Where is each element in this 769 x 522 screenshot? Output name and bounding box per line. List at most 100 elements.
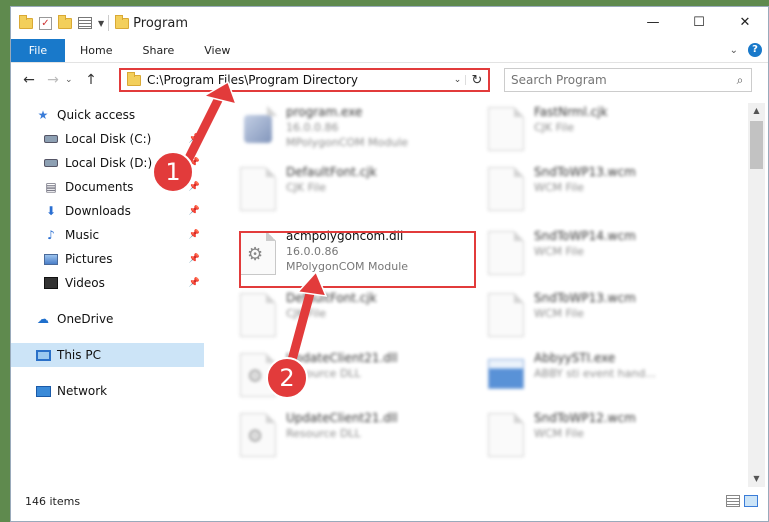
file-item[interactable]: UpdateClient21.dllResource DLL bbox=[228, 349, 468, 407]
new-folder-icon[interactable] bbox=[58, 14, 72, 29]
sidebar-item-label: Network bbox=[57, 384, 108, 398]
status-bar: 146 items bbox=[11, 487, 768, 515]
back-arrow-icon[interactable]: ← bbox=[17, 72, 41, 88]
sidebar-item-downloads[interactable]: ⬇ Downloads 📌 bbox=[11, 199, 204, 223]
pin-icon[interactable]: 📌 bbox=[189, 230, 200, 240]
maximize-button[interactable]: ☐ bbox=[676, 7, 722, 37]
scroll-up-arrow-icon[interactable]: ▲ bbox=[748, 103, 765, 119]
address-dropdown-chevron-icon[interactable]: ⌄ bbox=[450, 75, 466, 85]
file-type: WCM File bbox=[534, 245, 584, 258]
search-input[interactable] bbox=[505, 73, 729, 87]
picture-icon bbox=[43, 252, 59, 266]
forward-arrow-icon[interactable]: → bbox=[41, 72, 65, 88]
folder-icon[interactable] bbox=[19, 14, 33, 29]
address-bar[interactable]: C:\Program Files\Program Directory ⌄ ↻ bbox=[119, 68, 490, 92]
file-item[interactable]: program.exe 16.0.0.86 MPolygonCOM Module bbox=[228, 103, 468, 161]
file-name: UpdateClient21.dll bbox=[286, 351, 398, 365]
hard-drive-icon bbox=[43, 132, 59, 146]
up-arrow-icon[interactable]: ↑ bbox=[79, 72, 103, 88]
file-item[interactable]: UpdateClient21.dll Resource DLL bbox=[228, 409, 468, 467]
cloud-icon: ☁ bbox=[37, 312, 49, 326]
pin-icon[interactable]: 📌 bbox=[189, 206, 200, 216]
blank-file-icon bbox=[488, 107, 524, 151]
file-type: WCM File bbox=[534, 181, 584, 194]
scroll-down-arrow-icon[interactable]: ▼ bbox=[748, 471, 765, 487]
computer-icon bbox=[35, 348, 51, 362]
recent-locations-chevron-icon[interactable]: ⌄ bbox=[65, 75, 79, 85]
ribbon-right-controls: ⌄ ? bbox=[730, 43, 762, 57]
file-name: AbbyySTI.exe bbox=[534, 351, 616, 365]
sidebar-item-label: Quick access bbox=[57, 108, 136, 122]
tab-file[interactable]: File bbox=[11, 39, 65, 62]
sidebar-item-label: Pictures bbox=[65, 252, 113, 266]
file-item[interactable]: DefaultFont.cjk CJK File bbox=[228, 289, 468, 347]
tab-view[interactable]: View bbox=[189, 39, 245, 62]
pin-icon[interactable]: 📌 bbox=[189, 134, 200, 144]
sidebar-item-label: Videos bbox=[65, 276, 105, 290]
file-item[interactable]: DefaultFont.cjk CJK File bbox=[228, 163, 468, 221]
file-item[interactable]: SndToWP12.wcm WCM File bbox=[476, 409, 716, 467]
navigation-bar: ← → ⌄ ↑ C:\Program Files\Program Directo… bbox=[11, 64, 768, 96]
title-folder-icon bbox=[115, 14, 130, 29]
customize-toolbar-arrow-icon[interactable]: ▼ bbox=[98, 19, 104, 28]
help-icon[interactable]: ? bbox=[748, 43, 762, 57]
file-item[interactable]: SndToWP13.wcm WCM File bbox=[476, 289, 716, 347]
pin-icon[interactable]: 📌 bbox=[189, 278, 200, 288]
tiles-view-icon[interactable] bbox=[744, 495, 758, 507]
view-toggle bbox=[726, 495, 758, 507]
blank-file-icon bbox=[488, 413, 524, 457]
scrollbar-thumb[interactable] bbox=[750, 121, 763, 169]
close-button[interactable]: ✕ bbox=[722, 7, 768, 37]
window-title: Program bbox=[133, 15, 189, 31]
pin-icon[interactable]: 📌 bbox=[189, 254, 200, 264]
refresh-icon[interactable]: ↻ bbox=[466, 73, 488, 88]
address-path[interactable]: C:\Program Files\Program Directory bbox=[147, 73, 450, 87]
blank-file-icon bbox=[488, 167, 524, 211]
file-item[interactable]: SndToWP13.wcm WCM File bbox=[476, 163, 716, 221]
minimize-button[interactable]: — bbox=[630, 7, 676, 37]
sidebar-item-videos[interactable]: Videos 📌 bbox=[11, 271, 204, 295]
sidebar-item-this-pc[interactable]: This PC bbox=[11, 343, 204, 367]
tab-share[interactable]: Share bbox=[127, 39, 189, 62]
tab-home[interactable]: Home bbox=[65, 39, 127, 62]
network-icon bbox=[35, 384, 51, 398]
application-window-icon bbox=[488, 359, 524, 389]
hard-drive-icon bbox=[43, 156, 59, 170]
file-type: CJK File bbox=[286, 307, 327, 320]
file-type: Resource DLL bbox=[286, 427, 361, 440]
search-icon[interactable]: ⌕ bbox=[729, 73, 751, 88]
file-item[interactable]: FastNrml.cjk CJK File bbox=[476, 103, 716, 161]
sidebar-item-label: OneDrive bbox=[57, 312, 114, 326]
view-properties-icon[interactable] bbox=[78, 17, 92, 29]
blank-file-icon bbox=[240, 293, 276, 337]
sidebar-item-quick-access[interactable]: ★ Quick access bbox=[11, 103, 204, 127]
sidebar-item-pictures[interactable]: Pictures 📌 bbox=[11, 247, 204, 271]
executable-file-icon bbox=[240, 106, 277, 151]
details-view-icon[interactable] bbox=[726, 495, 740, 507]
file-item[interactable]: SndToWP14.wcm WCM File bbox=[476, 227, 716, 285]
window-controls: — ☐ ✕ bbox=[630, 7, 768, 37]
expand-ribbon-chevron-icon[interactable]: ⌄ bbox=[730, 45, 738, 56]
sidebar-item-music[interactable]: ♪ Music 📌 bbox=[11, 223, 204, 247]
film-strip-icon bbox=[43, 276, 59, 290]
sidebar-item-label: Music bbox=[65, 228, 100, 242]
dll-gear-file-icon bbox=[240, 413, 276, 457]
search-box[interactable]: ⌕ bbox=[504, 68, 752, 92]
sidebar-item-network[interactable]: Network bbox=[11, 379, 204, 403]
blank-file-icon bbox=[488, 231, 524, 275]
file-name: SndToWP14.wcm bbox=[534, 229, 636, 243]
item-count: 146 items bbox=[25, 494, 81, 508]
file-type: CJK File bbox=[286, 181, 327, 194]
sidebar-item-onedrive[interactable]: ☁ OneDrive bbox=[11, 307, 204, 331]
download-arrow-icon: ⬇ bbox=[45, 204, 57, 218]
sidebar-item-label: This PC bbox=[57, 348, 101, 362]
vertical-scrollbar[interactable]: ▲ ▼ bbox=[748, 103, 765, 487]
sidebar-item-local-disk-c[interactable]: Local Disk (C:) 📌 bbox=[11, 127, 204, 151]
file-name: SndToWP13.wcm bbox=[534, 291, 636, 305]
file-description: MPolygonCOM Module bbox=[286, 136, 409, 149]
properties-check-icon[interactable]: ✓ bbox=[39, 16, 52, 30]
file-item[interactable]: AbbyySTI.exe ABBY sti event hand... bbox=[476, 349, 716, 407]
file-name: UpdateClient21.dll bbox=[286, 411, 398, 425]
explorer-window: ✓ ▼ Program — ☐ ✕ File Home Share View ⌄… bbox=[10, 6, 769, 522]
document-icon: ▤ bbox=[45, 180, 57, 194]
